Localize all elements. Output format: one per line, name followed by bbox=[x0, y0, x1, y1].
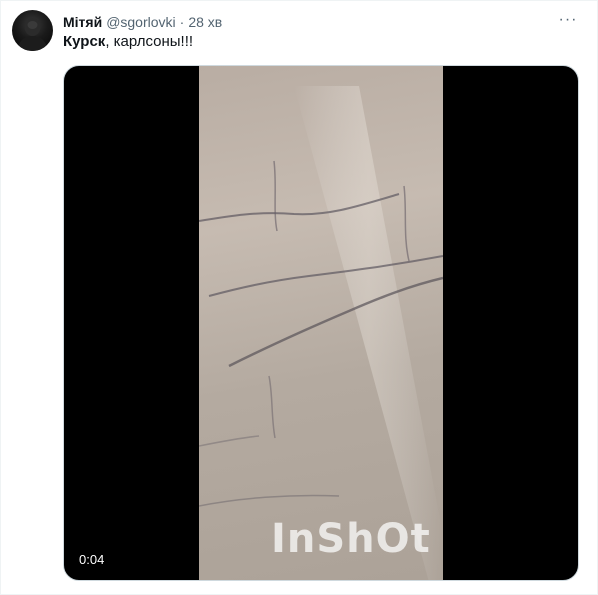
author-name[interactable]: Мітяй bbox=[63, 12, 102, 32]
video-duration-badge: 0:04 bbox=[74, 551, 110, 569]
video-frame-image bbox=[199, 86, 443, 580]
separator-dot: · bbox=[179, 14, 185, 30]
tweet-text: Курск, карлсоны!!! bbox=[63, 32, 193, 52]
avatar[interactable] bbox=[12, 10, 53, 51]
author-handle[interactable]: @sgorlovki bbox=[106, 12, 175, 32]
timestamp[interactable]: 28 хв bbox=[188, 12, 222, 32]
video-player[interactable]: InShOt 0:04 bbox=[63, 65, 579, 581]
avatar-image bbox=[17, 18, 48, 51]
tweet-card[interactable]: Мітяй @sgorlovki · 28 хв ··· Курск, карл… bbox=[0, 0, 598, 595]
inshot-watermark: InShOt bbox=[271, 516, 431, 562]
video-frame: InShOt bbox=[199, 66, 443, 580]
tweet-header: Мітяй @sgorlovki · 28 хв bbox=[63, 12, 557, 32]
ellipsis-icon[interactable]: ··· bbox=[557, 11, 579, 33]
tweet-text-bold: Курск bbox=[63, 33, 106, 50]
tweet-text-rest: , карлсоны!!! bbox=[105, 33, 194, 50]
